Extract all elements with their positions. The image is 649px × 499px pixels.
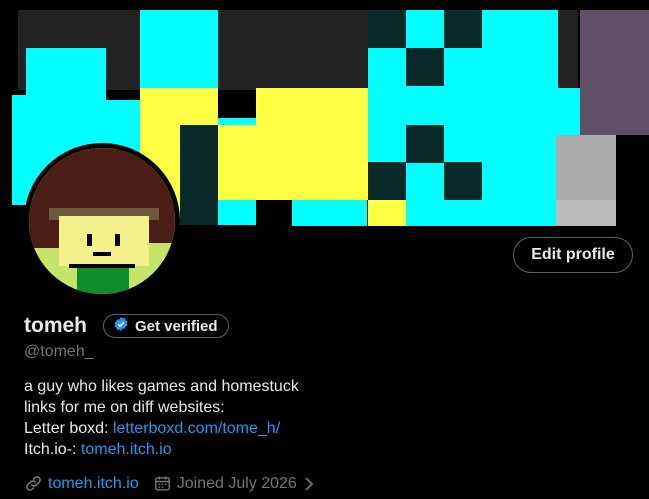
chevron-right-icon — [302, 476, 316, 492]
profile-handle: @tomeh_ — [24, 343, 94, 360]
website-link[interactable]: tomeh.itch.io — [48, 475, 139, 493]
letterboxd-link[interactable]: letterboxd.com/tome_h/ — [113, 420, 280, 437]
website-item: tomeh.itch.io — [24, 474, 139, 493]
calendar-icon — [153, 474, 172, 493]
get-verified-label: Get verified — [135, 317, 218, 335]
link-icon — [24, 474, 43, 493]
avatar[interactable] — [24, 143, 180, 299]
joined-item[interactable]: Joined July 2026 — [153, 474, 316, 493]
bio-label: Itch.io-: — [24, 441, 81, 458]
bio-line: links for me on diff websites: — [24, 399, 225, 416]
bio-line: Letter boxd: letterboxd.com/tome_h/ — [24, 418, 299, 439]
joined-date: Joined July 2026 — [176, 474, 297, 492]
verified-badge-icon — [113, 316, 129, 336]
profile-bio: a guy who likes games and homestuck link… — [24, 376, 299, 460]
bio-line: Itch.io-: tomeh.itch.io — [24, 439, 299, 460]
itch-link[interactable]: tomeh.itch.io — [81, 441, 172, 458]
avatar-image — [29, 148, 175, 294]
profile-meta: tomeh.itch.io Joined July 2026 — [24, 474, 330, 493]
bio-line: a guy who likes games and homestuck — [24, 378, 299, 395]
get-verified-button[interactable]: Get verified — [103, 314, 229, 338]
edit-profile-button[interactable]: Edit profile — [513, 237, 633, 273]
bio-label: Letter boxd: — [24, 420, 113, 437]
display-name: tomeh — [24, 314, 87, 337]
